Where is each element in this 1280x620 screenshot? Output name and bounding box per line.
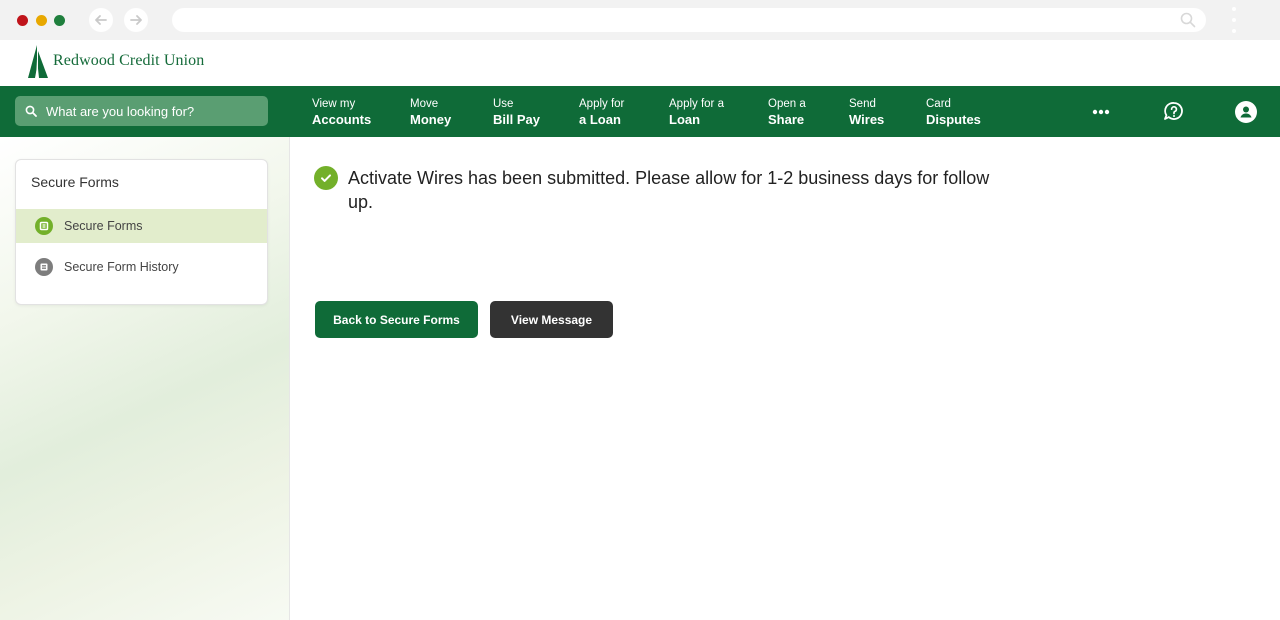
more-icon[interactable]: [1090, 86, 1112, 137]
logo-bar: Redwood Credit Union: [0, 40, 1280, 86]
nav-label-line2: Money: [410, 111, 452, 127]
user-avatar-icon[interactable]: [1234, 86, 1258, 137]
success-check-icon: [314, 166, 338, 190]
nav-label-line2: Disputes: [926, 111, 981, 127]
nav-label-line2: a Loan: [579, 111, 621, 127]
sidebar-item-secure-form-history[interactable]: Secure Form History: [16, 250, 267, 284]
nav-label-line2: Wires: [849, 111, 885, 127]
nav-open-share[interactable]: Open a Share: [768, 98, 806, 127]
main-navigation: What are you looking for? View my Accoun…: [0, 86, 1280, 137]
nav-label-line1: Apply for a: [669, 98, 724, 110]
address-bar[interactable]: [172, 8, 1206, 32]
view-message-button[interactable]: View Message: [490, 301, 613, 338]
nav-label-line2: Bill Pay: [493, 111, 540, 127]
secure-forms-menu-card: Secure Forms Secure Forms Secure Form Hi…: [15, 159, 268, 305]
sidebar-item-label: Secure Form History: [64, 260, 179, 274]
back-to-secure-forms-button[interactable]: Back to Secure Forms: [315, 301, 478, 338]
kebab-menu-icon[interactable]: [1229, 7, 1239, 33]
nav-move-money[interactable]: Move Money: [410, 98, 452, 127]
site-search-input[interactable]: What are you looking for?: [15, 96, 268, 126]
brand-name[interactable]: Redwood Credit Union: [53, 52, 204, 70]
nav-label-line1: Open a: [768, 98, 806, 110]
nav-apply-for-loan[interactable]: Apply for a Loan: [669, 98, 724, 127]
forward-arrow-icon: [130, 15, 142, 25]
sidebar-title: Secure Forms: [31, 174, 119, 190]
search-placeholder: What are you looking for?: [46, 104, 195, 119]
help-chat-icon[interactable]: [1160, 86, 1188, 137]
form-icon: [35, 217, 53, 235]
nav-view-accounts[interactable]: View my Accounts: [312, 98, 372, 127]
sidebar: Secure Forms Secure Forms Secure Form Hi…: [0, 137, 290, 620]
window-maximize-dot[interactable]: [54, 15, 65, 26]
nav-label-line1: Card: [926, 98, 951, 110]
history-list-icon: [35, 258, 53, 276]
nav-card-disputes[interactable]: Card Disputes: [926, 98, 981, 127]
window-close-dot[interactable]: [17, 15, 28, 26]
sidebar-item-label: Secure Forms: [64, 219, 143, 233]
nav-label-line2: Share: [768, 111, 805, 127]
nav-label-line1: Send: [849, 98, 876, 110]
nav-label-line2: Loan: [669, 111, 701, 127]
sidebar-item-secure-forms[interactable]: Secure Forms: [16, 209, 267, 243]
browser-chrome: [0, 0, 1280, 40]
nav-apply-for-a-loan[interactable]: Apply for a Loan: [579, 98, 625, 127]
browser-forward-button[interactable]: [124, 8, 148, 32]
nav-label-line1: View my: [312, 98, 356, 110]
nav-label-line1: Use: [493, 98, 514, 110]
search-icon: [25, 104, 37, 122]
nav-send-wires[interactable]: Send Wires: [849, 98, 885, 127]
back-arrow-icon: [95, 15, 107, 25]
nav-label-line1: Apply for: [579, 98, 625, 110]
confirmation-message: Activate Wires has been submitted. Pleas…: [348, 168, 990, 212]
nav-label-line2: Accounts: [312, 111, 372, 127]
redwood-tree-logo-icon[interactable]: [27, 45, 49, 84]
window-minimize-dot[interactable]: [36, 15, 47, 26]
nav-label-line1: Move: [410, 98, 439, 110]
nav-bill-pay[interactable]: Use Bill Pay: [493, 98, 540, 127]
browser-back-button[interactable]: [89, 8, 113, 32]
search-icon: [1180, 12, 1196, 33]
